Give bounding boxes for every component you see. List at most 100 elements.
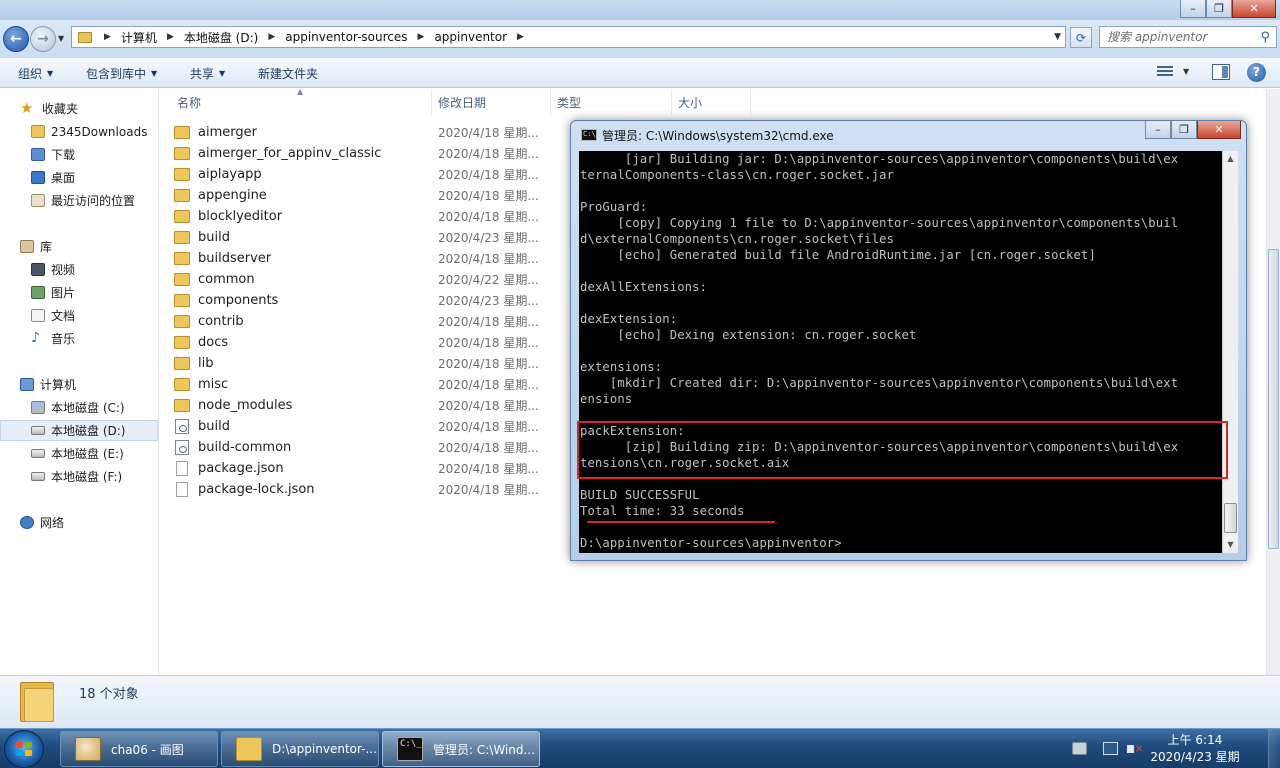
breadcrumb-appinventor-sources[interactable]: appinventor-sources: [281, 30, 411, 44]
nav-documents[interactable]: 文档: [0, 305, 158, 326]
nav-label: 库: [40, 240, 53, 254]
chevron-right-icon[interactable]: ▶: [98, 32, 117, 42]
console-output[interactable]: [jar] Building jar: D:\appinventor-sourc…: [579, 151, 1222, 553]
nav-pictures[interactable]: 图片: [0, 282, 158, 303]
breadcrumb-drive-d[interactable]: 本地磁盘 (D:): [180, 29, 262, 46]
view-dropdown-icon[interactable]: ▼: [1183, 67, 1189, 76]
file-row[interactable]: blocklyeditor2020/4/18 星期...文: [174, 206, 730, 227]
nav-recent-places[interactable]: 最近访问的位置: [0, 190, 158, 211]
chevron-right-icon[interactable]: ▶: [412, 32, 431, 42]
nav-downloads[interactable]: 下载: [0, 144, 158, 165]
task-explorer[interactable]: D:\appinventor-...: [221, 731, 379, 767]
nav-network[interactable]: 网络: [0, 512, 158, 533]
file-row[interactable]: build-common2020/4/18 星期...XM: [174, 437, 737, 458]
command-bar: 组织 ▼ 包含到库中 ▼ 共享 ▼ 新建文件夹 ▼ ?: [0, 58, 1280, 88]
nav-desktop[interactable]: 桌面: [0, 167, 158, 188]
xml-file-icon: [175, 419, 189, 434]
share-menu[interactable]: 共享 ▼: [190, 65, 225, 82]
task-paint[interactable]: cha06 - 画图: [60, 731, 218, 767]
recent-places-icon: [31, 194, 45, 207]
network-icon[interactable]: [1103, 742, 1118, 755]
column-header-date[interactable]: 修改日期: [438, 94, 486, 111]
new-folder-button[interactable]: 新建文件夹: [258, 65, 318, 82]
view-options-icon[interactable]: [1157, 66, 1173, 78]
file-row[interactable]: build2020/4/18 星期...XM: [174, 416, 737, 437]
file-row[interactable]: aimerger_for_appinv_classic 2020/4/18 星期.…: [174, 143, 730, 164]
nav-music[interactable]: ♪ 音乐: [0, 328, 158, 349]
file-row[interactable]: appengine2020/4/18 星期...文: [174, 185, 730, 206]
chevron-right-icon[interactable]: ▶: [511, 32, 530, 42]
minimize-button[interactable]: –: [1180, 0, 1206, 18]
address-dropdown-icon[interactable]: ▼: [1054, 32, 1061, 42]
nav-drive-c[interactable]: 本地磁盘 (C:): [0, 397, 158, 418]
star-icon: ★: [20, 99, 34, 117]
nav-videos[interactable]: 视频: [0, 259, 158, 280]
nav-computer[interactable]: 计算机: [0, 374, 158, 395]
breadcrumb-computer[interactable]: 计算机: [117, 29, 161, 46]
organize-menu[interactable]: 组织 ▼: [18, 65, 53, 82]
file-row[interactable]: package.json2020/4/18 星期...JS: [174, 458, 729, 479]
keyboard-icon[interactable]: [1072, 742, 1087, 755]
close-button[interactable]: ✕: [1232, 0, 1276, 18]
nav-drive-e[interactable]: 本地磁盘 (E:): [0, 443, 158, 464]
start-button[interactable]: [4, 730, 44, 768]
file-row[interactable]: buildserver2020/4/18 星期...文: [174, 248, 730, 269]
file-row[interactable]: aiplayapp2020/4/18 星期...文: [174, 164, 730, 185]
address-bar[interactable]: ▶ 计算机 ▶ 本地磁盘 (D:) ▶ appinventor-sources …: [71, 26, 1066, 48]
cmd-scrollbar[interactable]: ▲ ▼: [1222, 151, 1238, 553]
file-date: 2020/4/18 星期...: [438, 315, 539, 329]
refresh-button[interactable]: ⟳: [1070, 27, 1092, 48]
file-row[interactable]: package-lock.json2020/4/18 星期...JS: [174, 479, 729, 500]
forward-button[interactable]: →: [30, 26, 56, 52]
file-row[interactable]: aimerger2020/4/18 星期...文: [174, 122, 730, 143]
folder-icon: [174, 210, 190, 223]
file-row[interactable]: common2020/4/22 星期...文: [174, 269, 730, 290]
column-header-name[interactable]: 名称: [177, 94, 201, 111]
file-row[interactable]: components2020/4/23 星期...文: [174, 290, 730, 311]
nav-favorites[interactable]: ★ 收藏夹: [0, 98, 158, 119]
close-button[interactable]: ✕: [1197, 121, 1241, 139]
maximize-button[interactable]: ❐: [1206, 0, 1232, 18]
scroll-thumb[interactable]: [1268, 249, 1279, 549]
task-cmd[interactable]: C:\_ 管理员: C:\Wind...: [382, 731, 540, 767]
minimize-button[interactable]: –: [1145, 121, 1171, 139]
preview-pane-icon[interactable]: [1212, 64, 1230, 80]
file-row[interactable]: contrib2020/4/18 星期...文: [174, 311, 730, 332]
scroll-up-icon[interactable]: ▲: [1223, 151, 1238, 167]
column-divider[interactable]: [671, 89, 672, 115]
chevron-right-icon[interactable]: ▶: [262, 32, 281, 42]
column-divider[interactable]: [550, 89, 551, 115]
column-divider[interactable]: [750, 89, 751, 115]
file-row[interactable]: build2020/4/23 星期...文: [174, 227, 730, 248]
column-header-size[interactable]: 大小: [678, 94, 702, 111]
column-header-type[interactable]: 类型: [557, 94, 581, 111]
column-divider[interactable]: [431, 89, 432, 115]
nav-drive-d[interactable]: 本地磁盘 (D:): [0, 420, 158, 441]
search-icon[interactable]: ⚲: [1260, 30, 1270, 45]
maximize-button[interactable]: ❐: [1171, 121, 1197, 139]
nav-2345downloads[interactable]: 2345Downloads: [0, 121, 158, 142]
nav-drive-f[interactable]: 本地磁盘 (F:): [0, 466, 158, 487]
nav-libraries[interactable]: 库: [0, 236, 158, 257]
clock[interactable]: 上午 6:14 2020/4/23 星期四: [1150, 732, 1240, 768]
help-icon[interactable]: ?: [1247, 63, 1266, 82]
music-note-icon: ♪: [31, 330, 40, 346]
breadcrumb-appinventor[interactable]: appinventor: [430, 30, 511, 44]
file-row[interactable]: misc2020/4/18 星期...文: [174, 374, 730, 395]
volume-muted-icon[interactable]: ✕: [1127, 742, 1143, 755]
show-desktop-button[interactable]: [1268, 729, 1280, 768]
search-input[interactable]: [1107, 30, 1247, 44]
include-in-library-menu[interactable]: 包含到库中 ▼: [86, 65, 157, 82]
back-button[interactable]: ←: [3, 26, 29, 52]
console-text: [jar] Building jar: D:\appinventor-sourc…: [580, 152, 1179, 550]
file-row[interactable]: lib2020/4/18 星期...文: [174, 353, 730, 374]
cmd-titlebar[interactable]: C:\_ 管理员: C:\Windows\system32\cmd.exe – …: [571, 121, 1246, 147]
chevron-right-icon[interactable]: ▶: [161, 32, 180, 42]
recent-pages-dropdown[interactable]: ▼: [58, 34, 64, 43]
file-row[interactable]: node_modules2020/4/18 星期...文: [174, 395, 730, 416]
file-list-scrollbar[interactable]: [1266, 89, 1280, 675]
scroll-down-icon[interactable]: ▼: [1223, 537, 1238, 553]
file-row[interactable]: docs2020/4/18 星期...文: [174, 332, 730, 353]
scroll-thumb[interactable]: [1224, 503, 1237, 533]
file-name: build: [198, 230, 230, 245]
